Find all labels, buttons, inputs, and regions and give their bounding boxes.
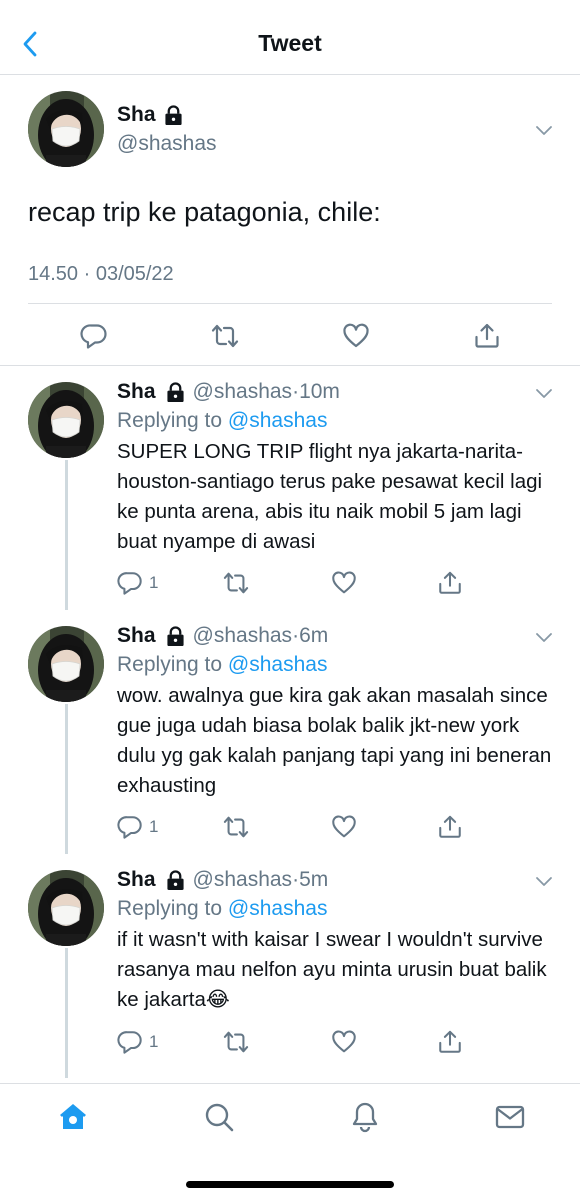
reply-count: 1 <box>149 573 159 592</box>
separator-dot: · <box>292 380 300 403</box>
chevron-down-icon[interactable] <box>535 125 553 137</box>
share-icon <box>437 814 463 840</box>
home-icon[interactable] <box>57 1101 89 1133</box>
reply-button[interactable]: 1 <box>117 570 158 596</box>
retweet-icon <box>223 814 249 840</box>
retweet-icon[interactable] <box>211 322 239 350</box>
replying-to-label: Replying to <box>117 897 223 920</box>
reply-text: if it wasn't with kaisar I swear I would… <box>117 928 547 1011</box>
reply-actions: 1 <box>117 570 557 598</box>
author-handle[interactable]: @shashas <box>117 132 217 156</box>
avatar[interactable] <box>28 91 104 167</box>
reply-text: SUPER LONG TRIP flight nya jakarta-narit… <box>117 440 543 553</box>
reply-tweet[interactable]: Sha @shashas · 5m Replying to @shashas i… <box>0 854 580 1083</box>
share-button[interactable] <box>437 570 463 596</box>
home-indicator[interactable] <box>186 1181 394 1188</box>
heart-icon <box>331 814 357 840</box>
author-handle[interactable]: @shashas <box>193 868 293 892</box>
chevron-down-icon[interactable] <box>535 388 553 400</box>
retweet-button[interactable] <box>223 1029 249 1055</box>
lock-icon <box>166 382 185 403</box>
reply-actions: 1 <box>117 1029 557 1057</box>
comment-icon <box>117 1029 143 1055</box>
author-handle[interactable]: @shashas <box>193 380 293 404</box>
heart-icon <box>331 570 357 596</box>
heart-icon[interactable] <box>342 322 370 350</box>
reply-time[interactable]: 10m <box>299 380 340 404</box>
reply-time[interactable]: 5m <box>299 868 328 892</box>
messages-icon[interactable] <box>494 1101 526 1133</box>
like-button[interactable] <box>331 814 357 840</box>
comment-icon[interactable] <box>80 322 108 350</box>
reply-time[interactable]: 6m <box>299 624 328 648</box>
mention-link[interactable]: @shashas <box>228 897 328 920</box>
retweet-button[interactable] <box>223 570 249 596</box>
retweet-button[interactable] <box>223 814 249 840</box>
reply-tweet[interactable]: Sha @shashas · 10m Replying to @shashas … <box>0 366 580 610</box>
reply-count: 1 <box>149 1032 159 1051</box>
main-tweet[interactable]: Sha @shashas recap trip ke patagonia, ch… <box>0 75 580 366</box>
share-button[interactable] <box>437 1029 463 1055</box>
share-icon <box>437 1029 463 1055</box>
reply-tweet[interactable]: Sha @shashas · 6m Replying to @shashas w… <box>0 610 580 854</box>
author-name[interactable]: Sha <box>117 103 183 127</box>
nav-header: Tweet <box>0 0 580 75</box>
lock-icon <box>164 105 183 126</box>
replying-to: Replying to @shashas <box>117 897 327 921</box>
avatar[interactable] <box>28 626 104 702</box>
mention-link[interactable]: @shashas <box>228 409 328 432</box>
reply-button[interactable]: 1 <box>117 814 158 840</box>
separator-dot: · <box>292 624 300 647</box>
like-button[interactable] <box>331 570 357 596</box>
thread-line <box>65 704 68 854</box>
reply-count: 1 <box>149 817 159 836</box>
tweet-timestamp[interactable]: 14.50 · 03/05/22 <box>28 263 174 286</box>
reply-button[interactable]: 1 <box>117 1029 158 1055</box>
author-handle[interactable]: @shashas <box>193 624 293 648</box>
author-name[interactable]: Sha <box>117 624 156 648</box>
replying-to-label: Replying to <box>117 409 223 432</box>
avatar[interactable] <box>28 870 104 946</box>
like-button[interactable] <box>331 1029 357 1055</box>
reply-actions: 1 <box>117 814 557 842</box>
reply-header: Sha @shashas · 10m <box>117 380 340 404</box>
share-icon[interactable] <box>473 322 501 350</box>
tweet-text: recap trip ke patagonia, chile: <box>28 197 381 227</box>
chevron-down-icon[interactable] <box>535 876 553 888</box>
lock-icon <box>166 870 185 891</box>
heart-icon <box>331 1029 357 1055</box>
comment-icon <box>117 570 143 596</box>
reply-text: wow. awalnya gue kira gak akan masalah s… <box>117 684 552 797</box>
replying-to: Replying to @shashas <box>117 653 327 677</box>
reply-header: Sha @shashas · 6m <box>117 624 328 648</box>
replying-to: Replying to @shashas <box>117 409 327 433</box>
divider <box>28 303 552 304</box>
thread-line <box>65 460 68 610</box>
chevron-down-icon[interactable] <box>535 632 553 644</box>
search-icon[interactable] <box>203 1101 235 1133</box>
avatar[interactable] <box>28 382 104 458</box>
author-name-text: Sha <box>117 103 156 126</box>
reply-header: Sha @shashas · 5m <box>117 868 328 892</box>
comment-icon <box>117 814 143 840</box>
separator-dot: · <box>292 868 300 891</box>
page-title: Tweet <box>258 30 322 56</box>
replying-to-label: Replying to <box>117 653 223 676</box>
share-icon <box>437 570 463 596</box>
lock-icon <box>166 626 185 647</box>
thread-line <box>65 948 68 1078</box>
author-name[interactable]: Sha <box>117 868 156 892</box>
author-name[interactable]: Sha <box>117 380 156 404</box>
share-button[interactable] <box>437 814 463 840</box>
notifications-icon[interactable] <box>349 1101 381 1133</box>
mention-link[interactable]: @shashas <box>228 653 328 676</box>
retweet-icon <box>223 1029 249 1055</box>
retweet-icon <box>223 570 249 596</box>
